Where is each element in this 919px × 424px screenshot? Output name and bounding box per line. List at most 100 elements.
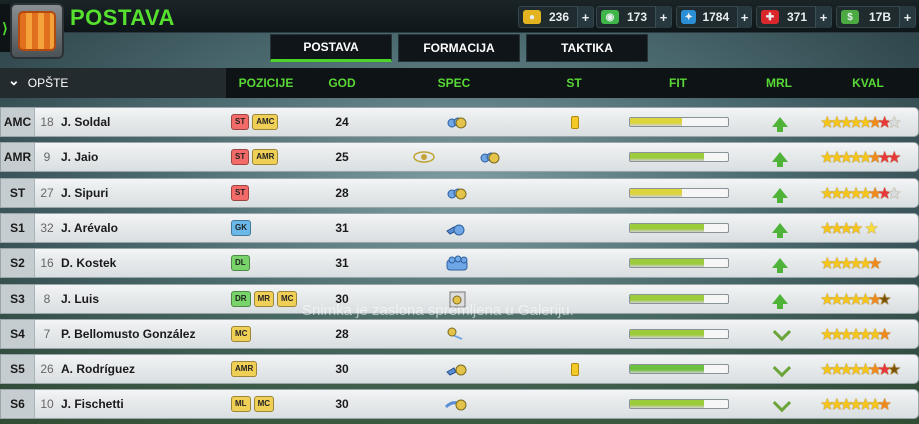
medical-icon: ✚ (761, 10, 779, 24)
training-icon: ✦ (681, 10, 697, 24)
player-age: 30 (335, 362, 349, 377)
position-tag: ST (231, 114, 250, 130)
tab-formacija[interactable]: FORMACIJA (398, 34, 520, 62)
player-row[interactable]: S3 8 J. Luis DR MR MC 30 ★ ★ ★ ★ ★ ★ ★ (0, 283, 919, 314)
chevron-right-icon: ⟩ (2, 19, 8, 36)
header-god[interactable]: GOD (322, 68, 362, 98)
position-tag: AMR (252, 149, 279, 166)
player-name[interactable]: J. Jaio (61, 143, 98, 171)
player-row[interactable]: S4 7 P. Bellomusto González MC 28 ★ ★ ★ ★ ★ ★ ★ (0, 318, 919, 349)
shot-icon (446, 364, 467, 376)
add-resource-button[interactable]: + (815, 6, 831, 28)
position-tag: MR (253, 290, 275, 307)
quality-stars: ★ ★ ★ ★ ★ ★ ★ ★ (821, 108, 901, 136)
add-resource-button[interactable]: + (655, 6, 671, 28)
quality-stars: ★ ★ ★ ★ ★ ★ ★ (821, 320, 891, 348)
morale-up-icon (772, 152, 788, 168)
fitness-fill (630, 329, 705, 338)
position-tag: MC (277, 290, 298, 307)
lineup-position: S6 (1, 390, 35, 419)
lineup-position: S2 (1, 249, 35, 278)
player-name[interactable]: P. Bellomusto González (61, 320, 195, 348)
specialties (401, 249, 513, 277)
position-tag: GK (231, 219, 251, 236)
fitness-fill (630, 153, 705, 162)
fitness-bar (629, 328, 729, 339)
tab-taktika[interactable]: TAKTIKA (526, 34, 648, 62)
group-icon (447, 117, 467, 129)
player-name[interactable]: J. Soldal (61, 108, 110, 136)
position-tags: MC (231, 320, 252, 348)
lineup-position: S3 (1, 284, 35, 313)
quality-stars: ★ ★ ★ ★ ★ ★ ★ (821, 390, 891, 418)
morale-up-icon (772, 117, 788, 132)
position-tag: ST (231, 184, 250, 201)
star-icon: ★ (887, 149, 901, 166)
position-tags: AMR (231, 355, 258, 383)
star-icon: ★ (887, 361, 901, 378)
status-cell (568, 214, 582, 242)
header-pozicije[interactable]: POZICIJE (232, 68, 300, 98)
header-mrl[interactable]: MRL (760, 68, 798, 98)
menu-toggle-button[interactable]: ⟩ (0, 4, 10, 52)
star-icon: ★ (878, 396, 891, 413)
player-row[interactable]: S2 16 D. Kostek DL 31 ★ ★ ★ ★ ★ ★ (0, 248, 919, 279)
player-name[interactable]: J. Fischetti (61, 390, 124, 418)
section-dropdown[interactable]: ⌄ OPŠTE (0, 68, 226, 98)
resource-training: ✦ 1784 + (676, 6, 752, 28)
player-name[interactable]: A. Rodríguez (61, 355, 135, 383)
player-row[interactable]: AMR 9 J. Jaio ST AMR 25 ★ ★ ★ ★ ★ ★ ★ ★ (0, 142, 919, 173)
morale-up-icon (772, 293, 788, 309)
player-row[interactable]: S1 32 J. Arévalo GK 31 ★ ★ ★ ★ ★ (0, 212, 919, 243)
shirt-number: 7 (43, 326, 51, 341)
header-kval[interactable]: KVAL (846, 68, 890, 98)
header-fit[interactable]: FIT (660, 68, 696, 98)
morale-up-icon (772, 222, 788, 238)
status-cell (568, 249, 582, 277)
add-resource-button[interactable]: + (577, 6, 593, 28)
player-name[interactable]: J. Sipuri (61, 179, 108, 207)
add-resource-button[interactable]: + (899, 6, 915, 28)
morale-indicator (769, 143, 791, 171)
specialties (401, 390, 513, 418)
player-name[interactable]: D. Kostek (61, 249, 116, 277)
quality-stars: ★ ★ ★ ★ ★ ★ ★ ★ (821, 143, 901, 171)
add-resource-button[interactable]: + (737, 6, 751, 28)
morale-rising-icon (772, 323, 791, 342)
tab-postava[interactable]: POSTAVA (270, 34, 392, 62)
resource-money: $17B + (836, 6, 916, 28)
section-label: OPŠTE (27, 76, 69, 90)
fitness-fill (630, 259, 705, 268)
player-name[interactable]: J. Luis (61, 285, 99, 313)
player-age: 31 (335, 256, 349, 271)
header-spec[interactable]: SPEC (430, 68, 478, 98)
star-icon: ★ (887, 184, 901, 201)
lineup-position: S1 (1, 213, 35, 242)
status-cell (568, 390, 582, 418)
quality-stars: ★ ★ ★ ★ ★ (821, 214, 878, 242)
status-cell (568, 108, 582, 136)
morale-indicator (769, 214, 791, 242)
star-icon: ★ (878, 290, 891, 307)
player-row[interactable]: S5 26 A. Rodríguez AMR 30 ★ ★ ★ ★ ★ ★ ★ ★ (0, 354, 919, 385)
position-tag: MC (253, 396, 275, 413)
player-row[interactable]: ST 27 J. Sipuri ST 28 ★ ★ ★ ★ ★ ★ ★ ★ (0, 177, 919, 208)
lineup-position: ST (1, 178, 35, 207)
dive-icon (446, 224, 465, 236)
star-icon: ★ (849, 219, 863, 236)
fitness-fill (630, 188, 682, 197)
specialties (401, 320, 513, 348)
player-name[interactable]: J. Arévalo (61, 214, 118, 242)
player-row[interactable]: AMC 18 J. Soldal ST AMC 24 ★ ★ ★ ★ ★ ★ ★ ★ (0, 107, 919, 137)
position-tag: MC (231, 325, 252, 342)
cash-icon: ◉ (601, 10, 619, 24)
dribble-icon (444, 399, 467, 411)
club-badge[interactable] (10, 3, 64, 59)
player-age: 28 (335, 185, 349, 200)
shirt-number: 9 (43, 150, 51, 165)
player-row[interactable]: S6 10 J. Fischetti ML MC 30 ★ ★ ★ ★ ★ ★ ★ (0, 389, 919, 420)
chevron-down-icon: ⌄ (8, 71, 20, 88)
morale-rising-icon (772, 358, 791, 377)
position-tag: ML (231, 396, 251, 413)
header-st[interactable]: ST (560, 68, 588, 98)
